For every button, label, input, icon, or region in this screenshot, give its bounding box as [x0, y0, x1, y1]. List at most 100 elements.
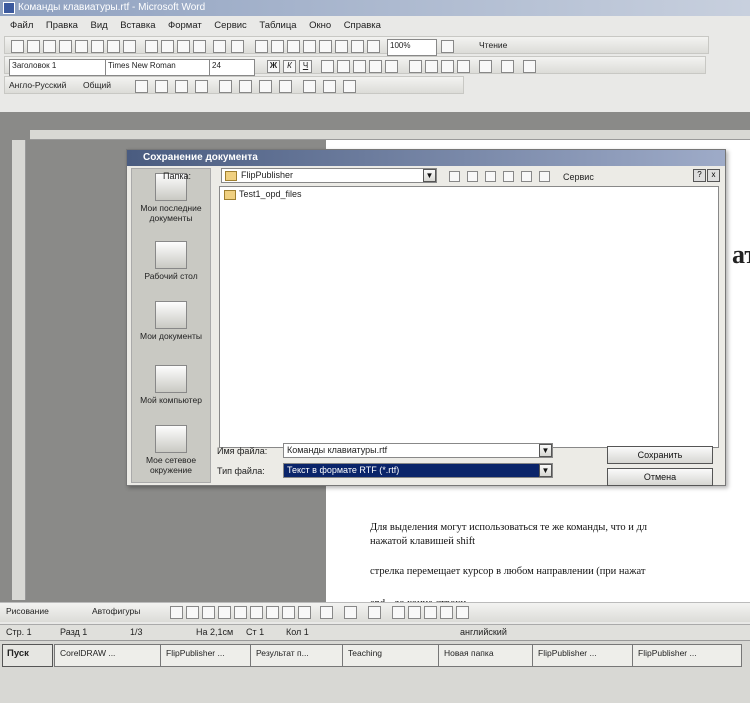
filetype-select[interactable]: Текст в формате RTF (*.rtf): [283, 463, 553, 478]
draw-font-color-icon[interactable]: [368, 606, 381, 619]
tables-borders-icon[interactable]: [271, 40, 284, 53]
word-app-icon[interactable]: [3, 2, 15, 14]
fill-color-icon[interactable]: [320, 606, 333, 619]
help-icon[interactable]: [441, 40, 454, 53]
folder-select[interactable]: FlipPublisher: [221, 168, 437, 183]
print-preview-icon[interactable]: [107, 40, 120, 53]
language-tool-icon-9[interactable]: [303, 80, 316, 93]
save-button[interactable]: Сохранить: [607, 446, 713, 464]
dash-style-icon[interactable]: [408, 606, 421, 619]
task-teaching[interactable]: Teaching: [342, 644, 442, 667]
place-network[interactable]: Мое сетевое окружение: [132, 425, 210, 475]
line-icon[interactable]: [170, 606, 183, 619]
language-tool-icon-10[interactable]: [323, 80, 336, 93]
increase-indent-icon[interactable]: [457, 60, 470, 73]
new-document-icon[interactable]: [11, 40, 24, 53]
folder-dropdown-arrow[interactable]: ▼: [423, 169, 436, 182]
format-painter-icon[interactable]: [193, 40, 206, 53]
zoom-select[interactable]: 100%: [387, 39, 437, 56]
up-folder-icon[interactable]: [467, 171, 478, 182]
undo-icon[interactable]: [213, 40, 226, 53]
rectangle-icon[interactable]: [202, 606, 215, 619]
file-list[interactable]: Test1_opd_files: [219, 186, 719, 448]
draw-menu[interactable]: Рисование: [6, 606, 49, 616]
insert-table-icon[interactable]: [287, 40, 300, 53]
font-color-icon[interactable]: [523, 60, 536, 73]
justify-icon[interactable]: [369, 60, 382, 73]
decrease-indent-icon[interactable]: [441, 60, 454, 73]
autoshapes-menu[interactable]: Автофигуры: [92, 606, 140, 616]
menu-file[interactable]: Файл: [10, 20, 33, 31]
task-flippublisher-3[interactable]: FlipPublisher ...: [632, 644, 742, 667]
language-tool-icon-2[interactable]: [155, 80, 168, 93]
filetype-dropdown-arrow[interactable]: ▼: [539, 464, 552, 477]
place-my-documents[interactable]: Мои документы: [132, 301, 210, 341]
language-tool-icon-6[interactable]: [239, 80, 252, 93]
cancel-button[interactable]: Отмена: [607, 468, 713, 486]
arrow-icon[interactable]: [186, 606, 199, 619]
language-tool-icon-1[interactable]: [135, 80, 148, 93]
language-tool-icon-8[interactable]: [279, 80, 292, 93]
hyperlink-icon[interactable]: [255, 40, 268, 53]
language-tool-icon-3[interactable]: [175, 80, 188, 93]
align-center-icon[interactable]: [337, 60, 350, 73]
task-results[interactable]: Результат п...: [250, 644, 346, 667]
task-flippublisher-1[interactable]: FlipPublisher ...: [160, 644, 254, 667]
oval-icon[interactable]: [218, 606, 231, 619]
email-icon[interactable]: [75, 40, 88, 53]
textbox-icon[interactable]: [234, 606, 247, 619]
menu-window[interactable]: Окно: [309, 20, 331, 31]
diagram-icon[interactable]: [266, 606, 279, 619]
spelling-icon[interactable]: [123, 40, 136, 53]
delete-icon[interactable]: [503, 171, 514, 182]
clipart-icon[interactable]: [282, 606, 295, 619]
views-icon[interactable]: [539, 171, 550, 182]
new-folder-icon[interactable]: [521, 171, 532, 182]
font-size-select[interactable]: 24: [209, 59, 255, 76]
close-button[interactable]: x: [707, 169, 720, 182]
vertical-ruler[interactable]: [12, 140, 26, 600]
bullets-icon[interactable]: [425, 60, 438, 73]
shadow-icon[interactable]: [440, 606, 453, 619]
language-tool-icon-11[interactable]: [343, 80, 356, 93]
help-button[interactable]: ?: [693, 169, 706, 182]
numbering-icon[interactable]: [409, 60, 422, 73]
columns-icon[interactable]: [319, 40, 332, 53]
tools-menu[interactable]: Сервис: [563, 172, 594, 182]
3d-icon[interactable]: [456, 606, 469, 619]
search-web-icon[interactable]: [485, 171, 496, 182]
place-desktop[interactable]: Рабочий стол: [132, 241, 210, 281]
language-tool-icon-5[interactable]: [219, 80, 232, 93]
font-select[interactable]: Times New Roman: [105, 59, 211, 76]
menu-table[interactable]: Таблица: [259, 20, 296, 31]
copy-icon[interactable]: [161, 40, 174, 53]
align-right-icon[interactable]: [353, 60, 366, 73]
show-hide-icon[interactable]: [367, 40, 380, 53]
line-spacing-icon[interactable]: [385, 60, 398, 73]
drawing-icon[interactable]: [335, 40, 348, 53]
menu-insert[interactable]: Вставка: [120, 20, 155, 31]
back-icon[interactable]: [449, 171, 460, 182]
read-button[interactable]: Чтение: [479, 40, 507, 50]
keyboard-layout[interactable]: Англо-Русский: [9, 80, 66, 90]
paste-icon[interactable]: [177, 40, 190, 53]
border-icon[interactable]: [479, 60, 492, 73]
menu-tools[interactable]: Сервис: [214, 20, 247, 31]
highlight-icon[interactable]: [501, 60, 514, 73]
redo-icon[interactable]: [231, 40, 244, 53]
document-map-icon[interactable]: [351, 40, 364, 53]
cut-icon[interactable]: [145, 40, 158, 53]
italic-icon[interactable]: К: [283, 60, 296, 73]
language-tool-icon-4[interactable]: [195, 80, 208, 93]
print-icon[interactable]: [91, 40, 104, 53]
menu-help[interactable]: Справка: [344, 20, 381, 31]
line-color-icon[interactable]: [344, 606, 357, 619]
line-style-icon[interactable]: [392, 606, 405, 619]
insert-excel-icon[interactable]: [303, 40, 316, 53]
open-icon[interactable]: [27, 40, 40, 53]
common-dropdown[interactable]: Общий: [83, 80, 111, 90]
arrow-style-icon[interactable]: [424, 606, 437, 619]
picture-icon[interactable]: [298, 606, 311, 619]
task-flippublisher-2[interactable]: FlipPublisher ...: [532, 644, 636, 667]
filename-dropdown-arrow[interactable]: ▼: [539, 444, 552, 457]
